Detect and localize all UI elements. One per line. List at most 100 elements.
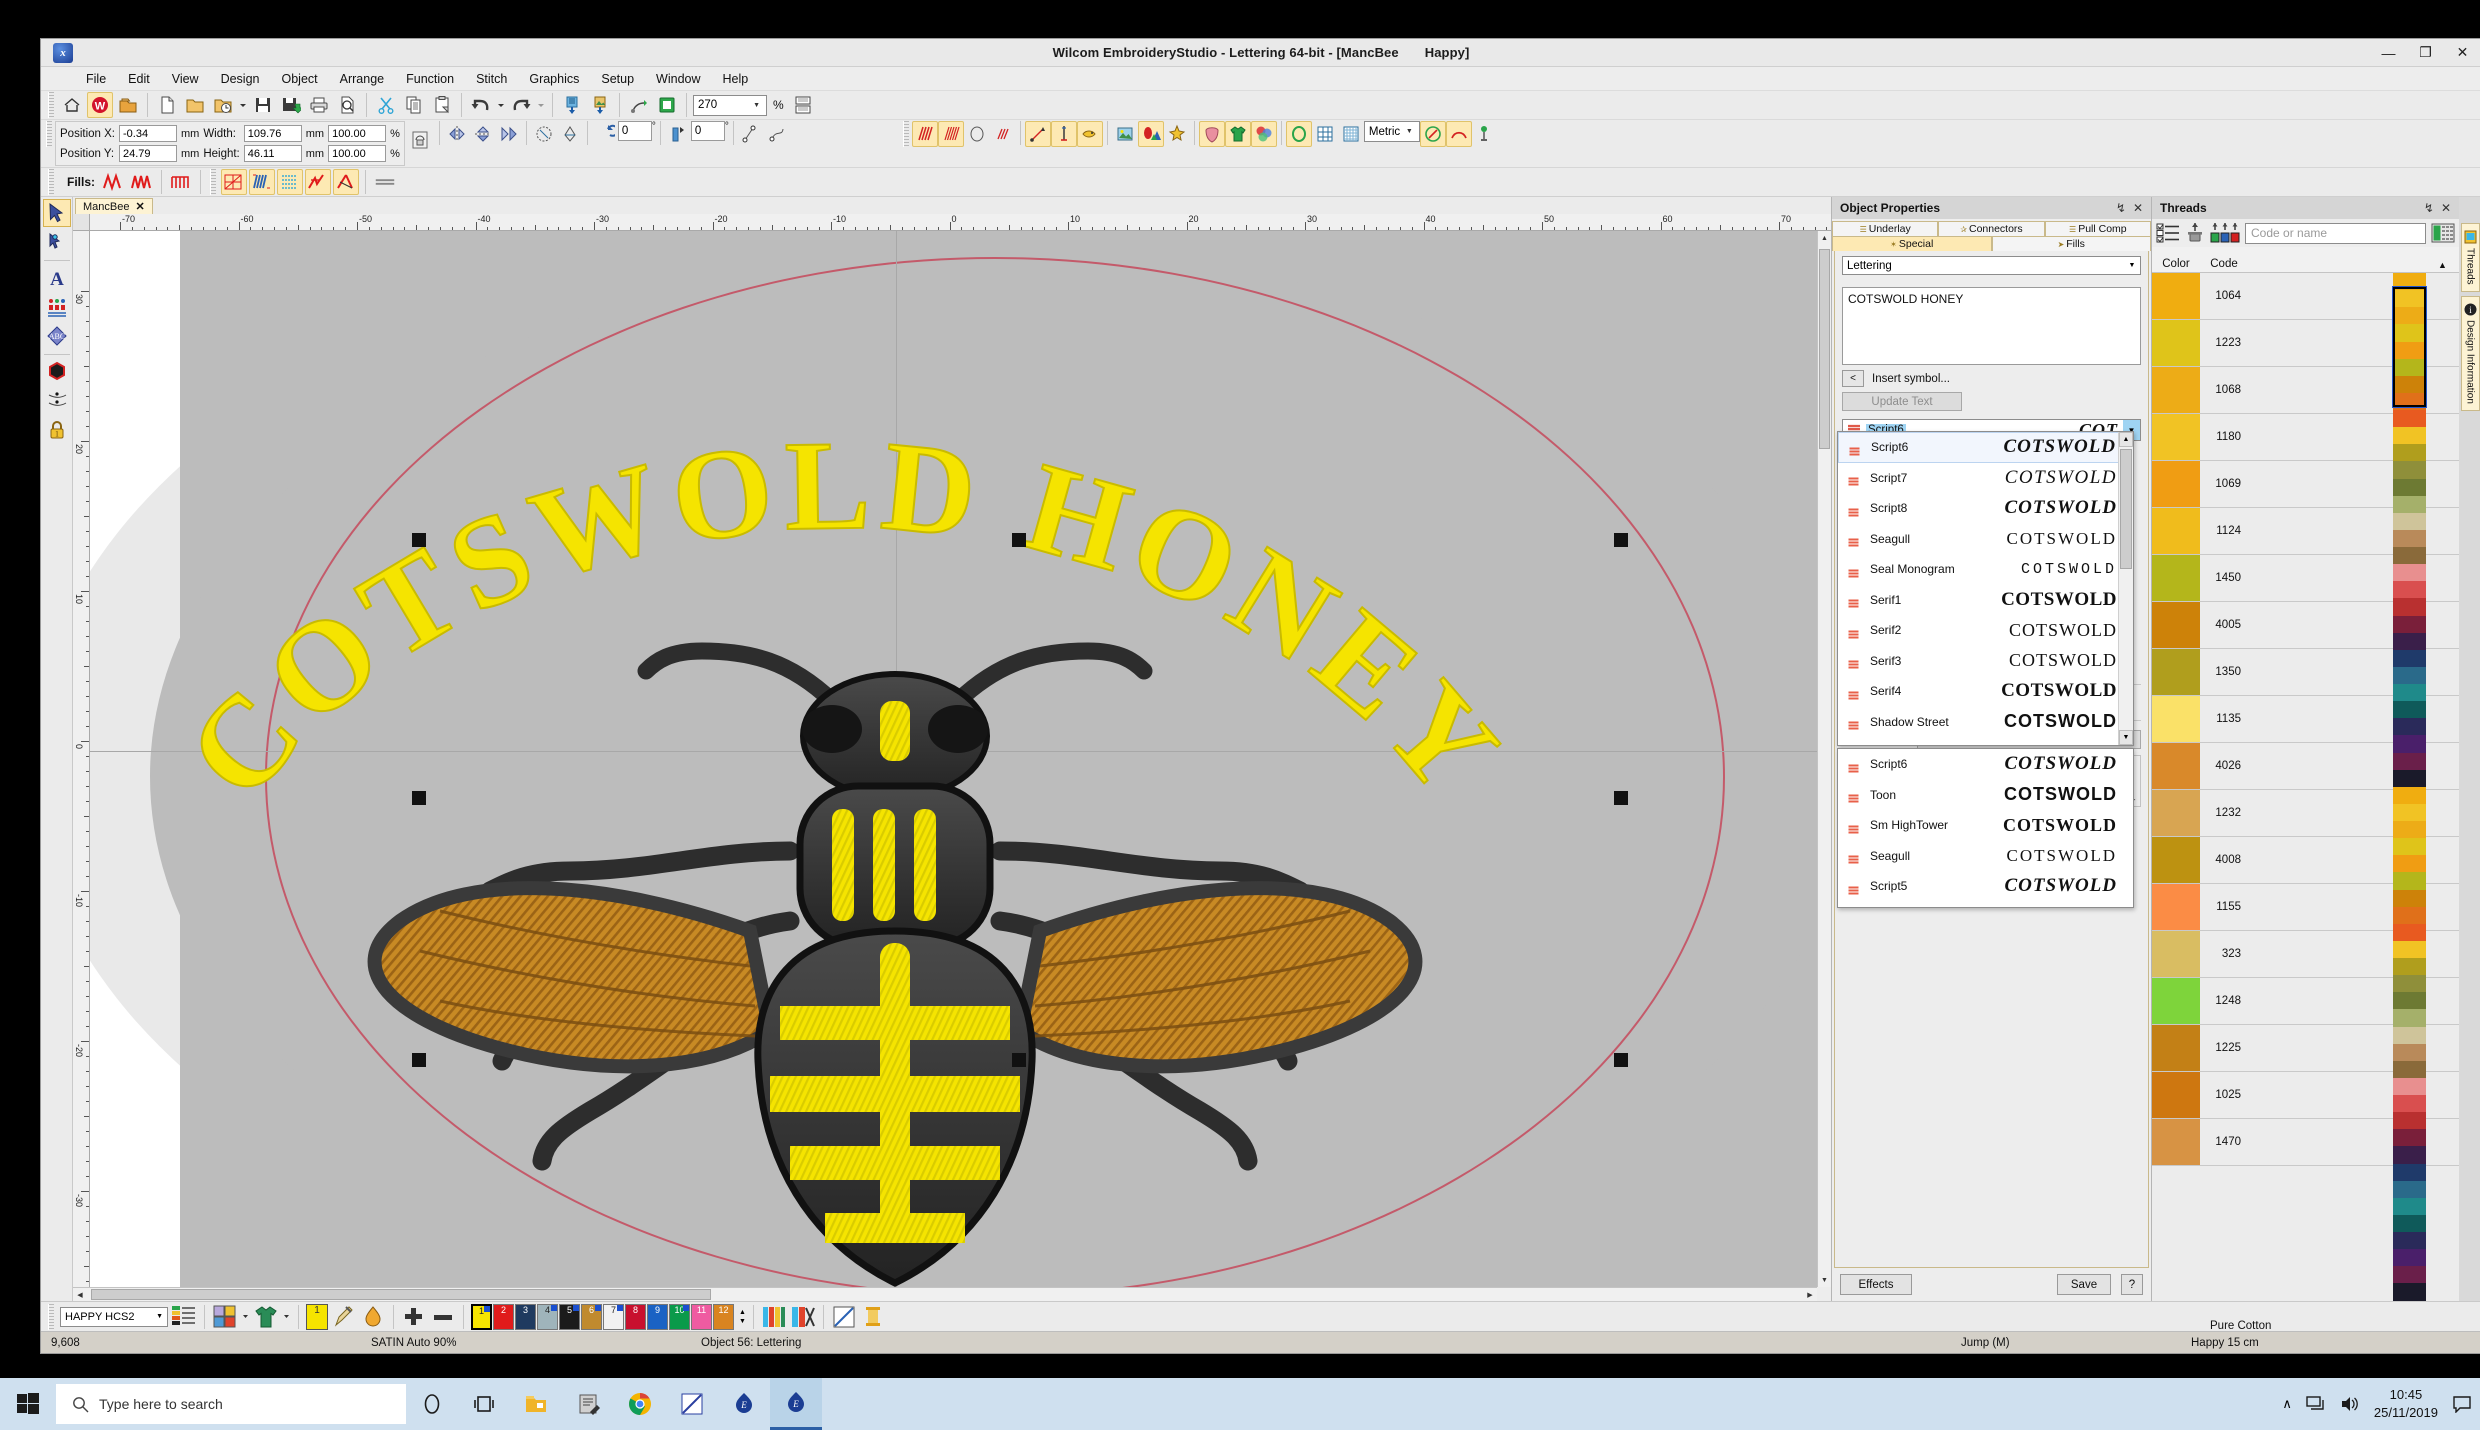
hoop-icon[interactable] bbox=[1286, 121, 1312, 147]
home-icon[interactable] bbox=[59, 92, 85, 118]
menu-setup[interactable]: Setup bbox=[590, 69, 645, 89]
font-list-item[interactable]: Serif3COTSWOLD bbox=[1838, 646, 2133, 677]
thread-color-swatch[interactable] bbox=[2152, 1119, 2200, 1165]
units-dropdown-arrow[interactable]: ▼ bbox=[1402, 128, 1417, 135]
menu-view[interactable]: View bbox=[161, 69, 210, 89]
scroll-down-arrow-icon[interactable]: ▼ bbox=[1818, 1273, 1831, 1287]
thread-color-swatch[interactable] bbox=[2152, 320, 2200, 366]
thread-color-swatch[interactable] bbox=[2152, 414, 2200, 460]
fill-color-icon[interactable] bbox=[360, 1304, 386, 1330]
hide-connectors-icon[interactable] bbox=[831, 1304, 857, 1330]
fillsbar-grip[interactable] bbox=[48, 169, 54, 195]
eyedropper-icon[interactable] bbox=[331, 1304, 357, 1330]
minimize-button[interactable]: — bbox=[2370, 39, 2407, 66]
auto-digitize-icon[interactable] bbox=[1164, 121, 1190, 147]
tab-pull-comp[interactable]: ☰Pull Comp bbox=[2045, 221, 2151, 236]
fine-grid-icon[interactable] bbox=[1338, 121, 1364, 147]
lettering-type-arrow-icon[interactable]: ▼ bbox=[2124, 262, 2140, 269]
stitch-toolbar-grip[interactable] bbox=[903, 121, 909, 147]
show-all-threads-icon[interactable] bbox=[2156, 222, 2180, 244]
thread-color-swatch[interactable] bbox=[2152, 978, 2200, 1024]
tray-expand-icon[interactable]: ∧ bbox=[2282, 1396, 2292, 1412]
font-list-item[interactable]: Serif4COTSWOLD bbox=[1838, 676, 2133, 707]
font-list-scroll-thumb[interactable] bbox=[2120, 449, 2132, 569]
lettering-tool-icon[interactable]: A bbox=[43, 264, 71, 292]
stitch-player-icon[interactable] bbox=[654, 92, 680, 118]
lettering-type-dropdown[interactable]: Lettering ▼ bbox=[1842, 256, 2141, 275]
zoom-dropdown-arrow[interactable]: ▼ bbox=[749, 102, 764, 109]
lock-tool-icon[interactable]: 1 bbox=[43, 416, 71, 444]
threads-list[interactable]: 1064122310681180106911241450400513501135… bbox=[2152, 273, 2459, 1301]
font-list-item[interactable]: SeagullCOTSWOLD bbox=[1838, 841, 2133, 872]
tab-special[interactable]: ✶Special bbox=[1832, 236, 1992, 251]
team-names-tool-icon[interactable] bbox=[43, 293, 71, 321]
needle-10[interactable]: 10 bbox=[669, 1304, 690, 1330]
menu-edit[interactable]: Edit bbox=[117, 69, 161, 89]
auto-thread-icon[interactable] bbox=[1077, 121, 1103, 147]
object-properties-close-icon[interactable]: ✕ bbox=[2133, 201, 2143, 215]
horizontal-ruler[interactable]: -70-60-50-40-30-20-10010203040506070 bbox=[90, 214, 1831, 231]
thread-color-swatch[interactable] bbox=[2152, 1025, 2200, 1071]
add-color-icon[interactable] bbox=[401, 1304, 427, 1330]
thread-color-swatch[interactable] bbox=[2152, 837, 2200, 883]
vector-shapes-icon[interactable] bbox=[1138, 121, 1164, 147]
mirror-horizontal-icon[interactable] bbox=[444, 121, 470, 147]
thread-color-swatch[interactable] bbox=[2152, 273, 2200, 319]
menu-object[interactable]: Object bbox=[271, 69, 329, 89]
height-percent-input[interactable]: 100.00 bbox=[328, 145, 386, 162]
font-list-item[interactable]: Serif1COTSWOLD bbox=[1838, 585, 2133, 616]
threads-column-color[interactable]: Color bbox=[2152, 258, 2200, 272]
gradient-fill-icon[interactable] bbox=[221, 169, 247, 195]
notifications-icon[interactable] bbox=[2452, 1395, 2472, 1413]
document-tab-close-icon[interactable]: ✕ bbox=[135, 200, 144, 213]
thread-color-swatch[interactable] bbox=[2152, 602, 2200, 648]
tab-fills[interactable]: ➤Fills bbox=[1992, 236, 2152, 251]
motif-fill-icon[interactable] bbox=[990, 121, 1016, 147]
vertical-scroll-thumb[interactable] bbox=[1819, 249, 1830, 449]
needle-3[interactable]: 3 bbox=[515, 1304, 536, 1330]
slant-input[interactable]: 0 bbox=[691, 121, 725, 141]
zoom-combo[interactable]: 270 ▼ bbox=[693, 95, 767, 116]
notepad-icon[interactable] bbox=[562, 1378, 614, 1430]
wilcom-truesizer-icon[interactable] bbox=[666, 1378, 718, 1430]
menu-file[interactable]: File bbox=[75, 69, 117, 89]
thread-palette-selection[interactable] bbox=[2393, 287, 2426, 407]
cut-icon[interactable] bbox=[373, 92, 399, 118]
font-list-item[interactable]: Serif2COTSWOLD bbox=[1838, 615, 2133, 646]
volume-icon[interactable] bbox=[2340, 1395, 2360, 1413]
wilcom-workspace-icon[interactable]: W bbox=[87, 92, 113, 118]
needle-4[interactable]: 4 bbox=[537, 1304, 558, 1330]
object-properties-pin-icon[interactable]: ↯ bbox=[2116, 201, 2126, 215]
color-cycle-icon[interactable] bbox=[790, 1304, 816, 1330]
thread-color-swatch[interactable] bbox=[2152, 1072, 2200, 1118]
garment-icon[interactable] bbox=[1225, 121, 1251, 147]
font-list-scroll-up-icon[interactable]: ▲ bbox=[2119, 432, 2133, 447]
undo-icon[interactable] bbox=[468, 92, 494, 118]
monogram-tool-icon[interactable]: ABC bbox=[43, 322, 71, 350]
stitch-spacing-icon[interactable] bbox=[372, 169, 398, 195]
color-blocks-icon[interactable] bbox=[761, 1304, 787, 1330]
menu-arrange[interactable]: Arrange bbox=[329, 69, 395, 89]
needle-7[interactable]: 7 bbox=[603, 1304, 624, 1330]
redo-icon[interactable] bbox=[508, 92, 534, 118]
reshape-tool-icon[interactable] bbox=[43, 228, 71, 256]
effects-grip[interactable] bbox=[210, 169, 216, 195]
print-layout-icon[interactable] bbox=[790, 92, 816, 118]
zigzag-effect-icon[interactable] bbox=[305, 169, 331, 195]
thread-color-swatch[interactable] bbox=[2152, 790, 2200, 836]
file-explorer-icon[interactable] bbox=[510, 1378, 562, 1430]
font-list-scrollbar[interactable]: ▲ ▼ bbox=[2118, 432, 2133, 745]
grid-icon[interactable] bbox=[1312, 121, 1338, 147]
task-view-icon[interactable] bbox=[458, 1378, 510, 1430]
maximize-button[interactable]: ❐ bbox=[2407, 39, 2444, 66]
node-edit-icon[interactable] bbox=[764, 121, 790, 147]
export-machine-file-icon[interactable] bbox=[626, 92, 652, 118]
multi-color-fill-icon[interactable] bbox=[249, 169, 275, 195]
width-percent-input[interactable]: 100.00 bbox=[328, 125, 386, 142]
font-list-item[interactable]: Script6COTSWOLD bbox=[1838, 749, 2133, 780]
menu-function[interactable]: Function bbox=[395, 69, 465, 89]
angle-effect-icon[interactable] bbox=[333, 169, 359, 195]
stitch-angle-icon[interactable] bbox=[1025, 121, 1051, 147]
cortana-icon[interactable] bbox=[406, 1378, 458, 1430]
thread-color-swatch[interactable] bbox=[2152, 367, 2200, 413]
